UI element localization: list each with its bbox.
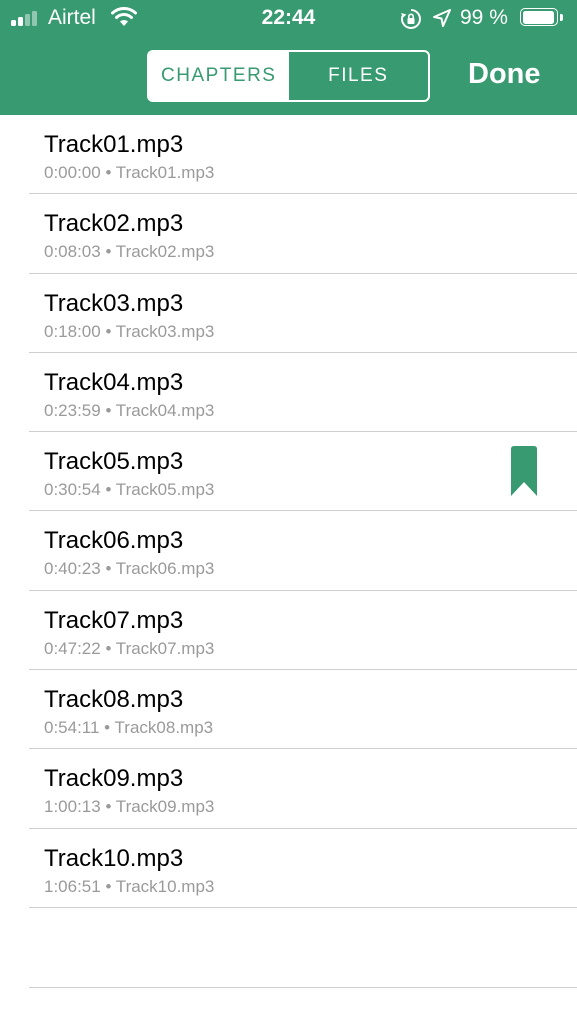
chapter-title: Track08.mp3 [44, 686, 184, 714]
chapter-row[interactable]: Track07.mp3 0:47:22 • Track07.mp3 [0, 591, 577, 671]
battery-percentage: 99 % [460, 6, 508, 29]
chapter-title: Track06.mp3 [44, 527, 184, 555]
chapter-row[interactable]: Track04.mp3 0:23:59 • Track04.mp3 [0, 353, 577, 433]
done-button[interactable]: Done [468, 58, 541, 91]
chapter-title: Track04.mp3 [44, 368, 184, 396]
chapter-row[interactable]: Track09.mp3 1:00:13 • Track09.mp3 [0, 749, 577, 829]
chapter-subtitle: 0:40:23 • Track06.mp3 [44, 559, 215, 579]
chapter-title: Track10.mp3 [44, 844, 184, 872]
chapters-tab[interactable]: CHAPTERS [149, 52, 289, 100]
chapter-row[interactable]: Track10.mp3 1:06:51 • Track10.mp3 [0, 829, 577, 909]
chapter-list: Track01.mp3 0:00:00 • Track01.mp3 Track02.… [0, 115, 577, 909]
chapter-subtitle: 1:06:51 • Track10.mp3 [44, 876, 215, 896]
bookmark-icon[interactable] [511, 446, 537, 501]
battery-icon [520, 8, 564, 28]
chapter-subtitle: 0:18:00 • Track03.mp3 [44, 321, 215, 341]
status-bar: Airtel 22:44 99 % [0, 0, 577, 38]
chapter-row[interactable]: Track02.mp3 0:08:03 • Track02.mp3 [0, 194, 577, 274]
chapter-subtitle: 0:47:22 • Track07.mp3 [44, 638, 215, 658]
chapter-title: Track07.mp3 [44, 606, 184, 634]
chapter-subtitle: 0:23:59 • Track04.mp3 [44, 400, 215, 420]
chapter-subtitle: 0:08:03 • Track02.mp3 [44, 242, 215, 262]
chapter-title: Track02.mp3 [44, 210, 184, 238]
chapter-row[interactable]: Track06.mp3 0:40:23 • Track06.mp3 [0, 511, 577, 592]
rotation-lock-icon [400, 8, 422, 35]
chapters-files-segmented-control[interactable]: CHAPTERS FILES [147, 50, 430, 102]
chapter-subtitle: 0:30:54 • Track05.mp3 [44, 480, 215, 500]
list-separator [29, 987, 577, 988]
chapter-title: Track05.mp3 [44, 448, 184, 476]
chapter-row[interactable]: Track08.mp3 0:54:11 • Track08.mp3 [0, 670, 577, 750]
chapter-subtitle: 1:00:13 • Track09.mp3 [44, 797, 215, 817]
chapter-row[interactable]: Track01.mp3 0:00:00 • Track01.mp3 [0, 115, 577, 195]
chapter-title: Track01.mp3 [44, 131, 184, 158]
navigation-header: Airtel 22:44 99 % CHAPTERS FILES Done [0, 0, 577, 115]
chapter-title: Track03.mp3 [44, 289, 184, 317]
location-arrow-icon [432, 8, 452, 33]
chapter-subtitle: 0:00:00 • Track01.mp3 [44, 163, 215, 182]
chapter-row[interactable]: Track03.mp3 0:18:00 • Track03.mp3 [0, 274, 577, 354]
chapter-title: Track09.mp3 [44, 765, 184, 793]
chapter-row[interactable]: Track05.mp3 0:30:54 • Track05.mp3 [0, 432, 577, 512]
files-tab[interactable]: FILES [289, 52, 429, 100]
chapter-subtitle: 0:54:11 • Track08.mp3 [44, 718, 214, 738]
